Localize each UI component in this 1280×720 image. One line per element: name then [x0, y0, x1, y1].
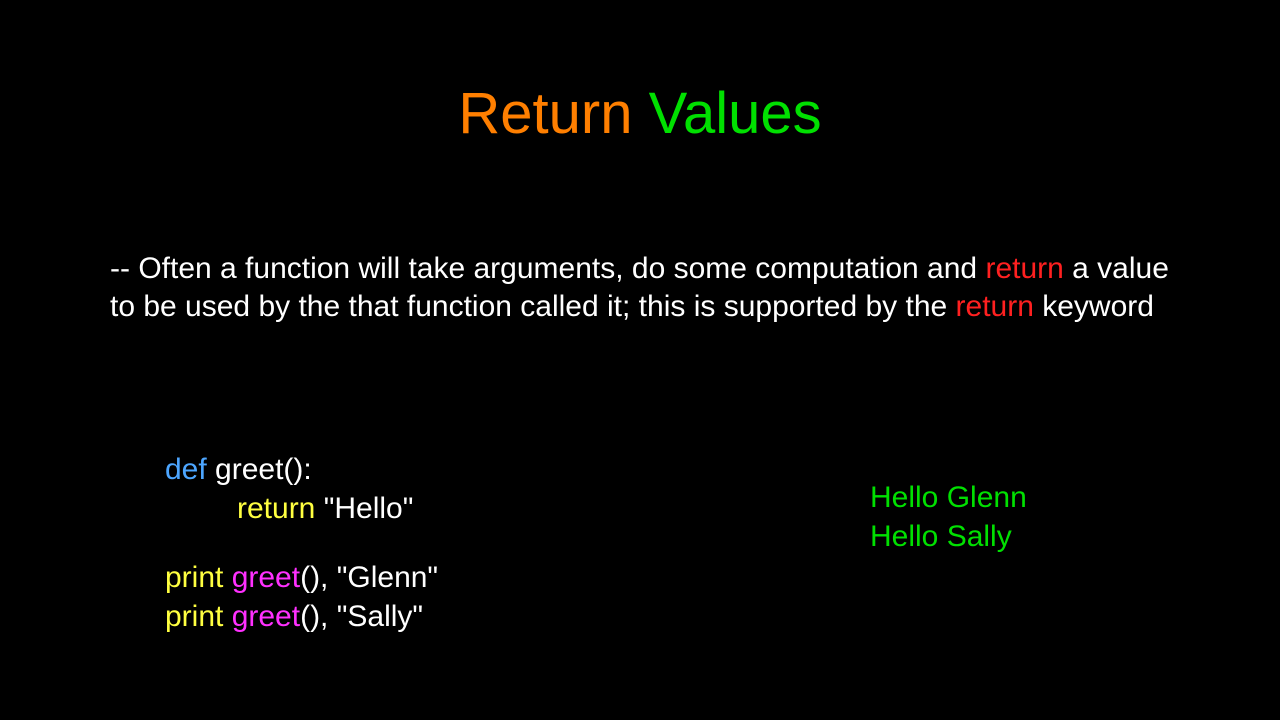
body-text-3: keyword — [1034, 290, 1154, 323]
body-text-1: -- Often a function will take arguments,… — [110, 252, 985, 285]
title-word-2: Values — [649, 81, 822, 146]
code-line-4: print greet(), "Sally" — [165, 597, 438, 636]
code-blank-line — [165, 528, 438, 558]
fn-call: greet — [223, 561, 300, 594]
keyword-print: print — [165, 561, 223, 594]
output-line-1: Hello Glenn — [870, 478, 1027, 517]
keyword-return: return — [237, 492, 315, 525]
output-line-2: Hello Sally — [870, 517, 1027, 556]
code-text: "Hello" — [315, 492, 413, 525]
code-line-1: def greet(): — [165, 450, 438, 489]
body-highlight-2: return — [956, 290, 1034, 323]
keyword-def: def — [165, 453, 207, 486]
code-text: (), "Sally" — [300, 600, 423, 633]
keyword-print: print — [165, 600, 223, 633]
body-highlight-1: return — [985, 252, 1063, 285]
code-line-2: return "Hello" — [165, 489, 438, 528]
fn-call: greet — [223, 600, 300, 633]
title-word-1: Return — [458, 81, 632, 146]
code-line-3: print greet(), "Glenn" — [165, 558, 438, 597]
slide: Return Values -- Often a function will t… — [0, 0, 1280, 720]
code-text: greet(): — [207, 453, 312, 486]
slide-title: Return Values — [0, 0, 1280, 147]
code-text: (), "Glenn" — [300, 561, 438, 594]
code-example: def greet(): return "Hello" print greet(… — [165, 450, 438, 636]
slide-body-text: -- Often a function will take arguments,… — [110, 250, 1170, 325]
output-block: Hello Glenn Hello Sally — [870, 478, 1027, 556]
